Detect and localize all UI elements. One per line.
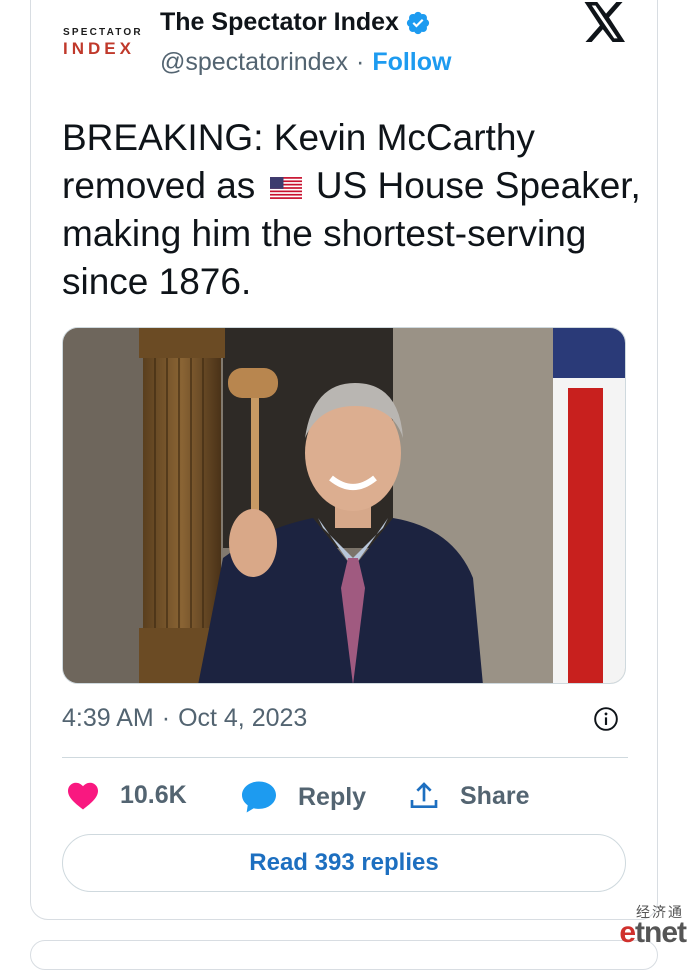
verified-badge-icon — [406, 11, 430, 34]
photo-man-holding-gavel — [63, 328, 625, 683]
spectator-index-avatar-logo[interactable]: SPECTATOR INDEX — [63, 27, 151, 61]
info-icon[interactable] — [593, 706, 619, 732]
tweet-date[interactable]: Oct 4, 2023 — [178, 704, 307, 733]
timestamp-row: 4:39 AM · Oct 4, 2023 — [62, 704, 307, 733]
heart-icon — [68, 782, 98, 810]
reply-label: Reply — [298, 782, 367, 811]
follow-button[interactable]: Follow — [372, 48, 451, 77]
share-upload-icon — [410, 782, 438, 808]
time-separator: · — [161, 704, 171, 732]
next-card-edge — [30, 940, 658, 970]
author-name-row: The Spectator Index — [160, 8, 431, 37]
author-handle[interactable]: @spectatorindex — [160, 48, 348, 77]
watermark-en-e: e — [619, 916, 636, 949]
author-display-name[interactable]: The Spectator Index — [160, 8, 399, 37]
x-logo-icon[interactable] — [583, 2, 627, 42]
etnet-watermark-logo: 经济通 etnet — [600, 900, 690, 949]
like-button[interactable]: 10.6K — [66, 780, 187, 810]
watermark-en-rest: tnet — [635, 916, 687, 949]
tweet-text: BREAKING: Kevin McCarthy removed as US H… — [62, 114, 642, 306]
handle-row: @spectatorindex · Follow — [160, 48, 451, 77]
logo-line-1: SPECTATOR — [63, 27, 143, 38]
us-flag-icon — [269, 177, 302, 200]
handle-separator: · — [355, 48, 365, 76]
share-label: Share — [460, 781, 530, 810]
logo-line-2: INDEX — [63, 39, 135, 58]
share-button[interactable]: Share — [408, 780, 529, 812]
watermark-en: etnet — [619, 916, 687, 950]
like-count: 10.6K — [120, 780, 187, 809]
reply-button[interactable]: Reply — [240, 780, 366, 814]
speech-bubble-icon — [242, 781, 276, 813]
tweet-time[interactable]: 4:39 AM — [62, 704, 154, 733]
divider — [62, 757, 628, 758]
tweet-photo[interactable] — [62, 327, 626, 684]
read-replies-button[interactable]: Read 393 replies — [62, 834, 626, 892]
